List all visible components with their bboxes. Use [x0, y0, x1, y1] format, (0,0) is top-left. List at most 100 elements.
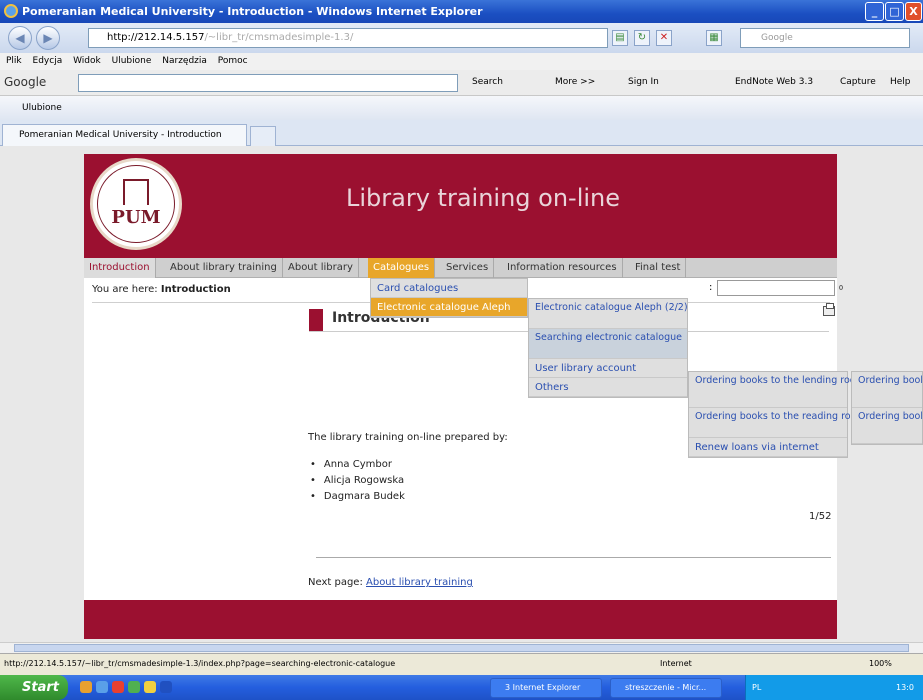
google-signin-button[interactable]: Sign In	[628, 77, 659, 87]
university-seal-logo[interactable]: PUM	[90, 158, 182, 250]
address-host: http://212.14.5.157	[107, 32, 205, 43]
back-button[interactable]: ◀	[8, 26, 32, 50]
minimize-button[interactable]: _	[865, 2, 884, 21]
site-search-go-icon[interactable]	[839, 285, 843, 290]
google-search-button[interactable]: Search	[472, 77, 503, 87]
authors-list: Anna Cymbor Alicja Rogowska Dagmara Bude…	[310, 457, 405, 505]
start-button[interactable]: Start	[0, 675, 68, 700]
quicklaunch-icon[interactable]	[128, 681, 140, 693]
taskbar-item-ie[interactable]: 3 Internet Explorer	[490, 678, 602, 698]
menu-edit[interactable]: Edycja	[33, 56, 63, 66]
page-counter: 1/52	[809, 511, 832, 522]
breadcrumb-prefix: You are here:	[92, 284, 161, 295]
menu-searching-electronic-catalogue[interactable]: Searching electronic catalogue	[529, 329, 687, 359]
menu-renew-loans[interactable]: Renew loans via internet	[689, 438, 847, 457]
menu-electronic-catalogue-aleph[interactable]: Electronic catalogue Aleph	[371, 298, 527, 317]
menu-view[interactable]: Widok	[73, 56, 101, 66]
nav-introduction[interactable]: Introduction	[84, 258, 156, 278]
tab-bar: Pomeranian Medical University - Introduc…	[0, 120, 923, 146]
author-item: Alicja Rogowska	[310, 473, 405, 489]
tab-current[interactable]: Pomeranian Medical University - Introduc…	[2, 124, 247, 146]
print-icon[interactable]	[823, 303, 835, 316]
menu-ordering-lending-2-3[interactable]: Ordering books to the lending room via i…	[852, 372, 922, 408]
stop-icon[interactable]: ✕	[656, 30, 672, 46]
menu-help[interactable]: Pomoc	[218, 56, 248, 66]
quicklaunch-icon[interactable]	[144, 681, 156, 693]
google-more-button[interactable]: More >>	[555, 77, 595, 87]
status-bar: http://212.14.5.157/~libr_tr/cmsmadesimp…	[0, 653, 923, 675]
forward-button[interactable]: ▶	[36, 26, 60, 50]
content-separator	[316, 557, 831, 558]
breadcrumb: You are here: Introduction	[92, 284, 231, 295]
quicklaunch-icon[interactable]	[80, 681, 92, 693]
address-path: /~libr_tr/cmsmadesimple-1.3/	[204, 32, 354, 43]
zoom-level[interactable]: 100%	[869, 654, 892, 674]
catalogues-dropdown: Card catalogues Electronic catalogue Ale…	[370, 278, 528, 318]
horizontal-scrollbar[interactable]	[0, 642, 923, 653]
maximize-button[interactable]: □	[885, 2, 904, 21]
menu-favorites[interactable]: Ulubione	[112, 56, 152, 66]
site-title: Library training on-line	[346, 184, 621, 212]
nav-services[interactable]: Services	[441, 258, 495, 278]
menu-others[interactable]: Others	[529, 378, 687, 397]
menu-aleph-2-2[interactable]: Electronic catalogue Aleph (2/2)	[529, 299, 688, 329]
address-bar[interactable]: http://212.14.5.157/~libr_tr/cmsmadesimp…	[88, 28, 608, 48]
menu-card-catalogues[interactable]: Card catalogues	[371, 279, 527, 298]
main-nav: Introduction About library training Abou…	[84, 258, 837, 278]
others-submenu: Ordering books to the lending room via i…	[688, 371, 923, 458]
nav-final-test[interactable]: Final test	[630, 258, 687, 278]
menu-file[interactable]: Plik	[6, 56, 22, 66]
window-title: Pomeranian Medical University - Introduc…	[22, 5, 483, 18]
menu-ordering-reading-room[interactable]: Ordering books to the reading room via i…	[689, 408, 923, 438]
ordering-submenu: Ordering books to the lending room via i…	[851, 371, 923, 445]
quicklaunch-icon[interactable]	[160, 681, 172, 693]
status-url: http://212.14.5.157/~libr_tr/cmsmadesimp…	[4, 659, 396, 668]
seal-text: PUM	[111, 207, 161, 228]
next-page: Next page: About library training	[308, 577, 473, 588]
google-toolbar: Google Search More >> Sign In EndNote We…	[0, 70, 923, 96]
favorites-bar: Ulubione	[0, 96, 923, 120]
site-search-input[interactable]	[717, 280, 835, 296]
google-search-input[interactable]	[78, 74, 458, 92]
nav-information-resources[interactable]: Information resources	[502, 258, 623, 278]
quicklaunch-icon[interactable]	[96, 681, 108, 693]
google-help-button[interactable]: Help	[890, 77, 911, 87]
scrollbar-thumb[interactable]	[14, 644, 909, 652]
menu-ordering-lending-3-3[interactable]: Ordering books to the lending room via i…	[852, 408, 922, 444]
intro-text: The library training on-line prepared by…	[308, 432, 508, 443]
address-toolbar: ◀ ▶ http://212.14.5.157/~libr_tr/cmsmade…	[0, 23, 923, 53]
search-input[interactable]: Google	[740, 28, 910, 48]
search-provider-icon[interactable]: ▦	[706, 30, 722, 46]
menu-ordering-lending-1-3[interactable]: Ordering books to the lending room via i…	[689, 372, 923, 408]
google-logo: Google	[4, 75, 47, 89]
search-label: :	[709, 282, 713, 293]
clock: 13:0	[896, 683, 914, 692]
page-viewport: PUM Library training on-line Introductio…	[0, 146, 923, 642]
author-item: Anna Cymbor	[310, 457, 405, 473]
site-header: PUM Library training on-line	[84, 154, 837, 258]
system-tray: PL 13:0	[745, 675, 923, 700]
compatibility-icon[interactable]: ▤	[612, 30, 628, 46]
menu-tools[interactable]: Narzędzia	[162, 56, 207, 66]
author-item: Dagmara Budek	[310, 489, 405, 505]
nav-about-library-training[interactable]: About library training	[165, 258, 283, 278]
capture-button[interactable]: Capture	[840, 77, 876, 87]
quicklaunch-icon[interactable]	[112, 681, 124, 693]
site-footer	[84, 600, 837, 639]
endnote-button[interactable]: EndNote Web 3.3	[735, 77, 813, 87]
language-indicator[interactable]: PL	[752, 683, 761, 692]
menu-user-library-account[interactable]: User library account	[529, 359, 687, 378]
next-page-link[interactable]: About library training	[366, 577, 473, 588]
next-page-label: Next page:	[308, 577, 366, 588]
heading-accent-bar	[309, 309, 323, 331]
taskbar-item-word[interactable]: streszczenie - Micr...	[610, 678, 722, 698]
favorites-button[interactable]: Ulubione	[22, 103, 62, 113]
nav-about-library[interactable]: About library	[283, 258, 359, 278]
nav-catalogues[interactable]: Catalogues	[368, 258, 436, 278]
new-tab-button[interactable]	[250, 126, 276, 146]
refresh-icon[interactable]: ↻	[634, 30, 650, 46]
aleph-submenu: Electronic catalogue Aleph (2/2) Searchi…	[528, 298, 688, 398]
security-zone: Internet	[660, 659, 692, 668]
close-button[interactable]: X	[905, 2, 922, 21]
seal-building-icon	[123, 179, 149, 205]
